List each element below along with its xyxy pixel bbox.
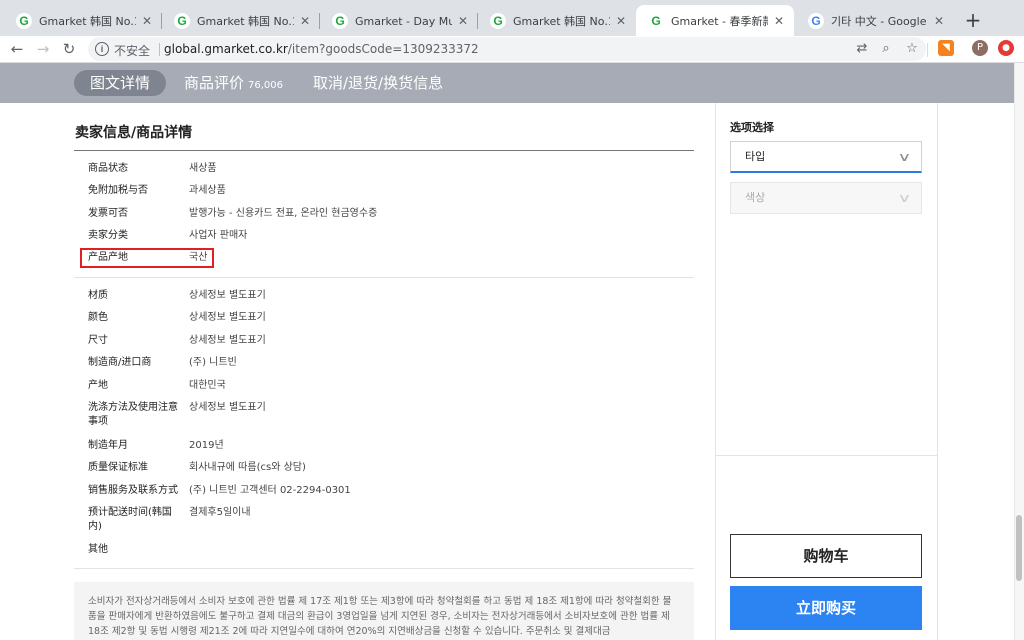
forward-arrow-icon[interactable]: →	[32, 38, 54, 60]
info-label: 卖家分类	[88, 230, 128, 241]
back-arrow-icon[interactable]: ←	[6, 38, 28, 60]
translate-icon[interactable]: ⇄	[854, 41, 870, 57]
group-divider	[74, 277, 694, 278]
browser-tab-5-active[interactable]: G Gmarket - 春季新款 个性 ✕	[636, 5, 794, 36]
omnibox-divider	[159, 43, 160, 56]
rss-icon[interactable]: ◥	[938, 40, 954, 56]
google-favicon-icon: G	[808, 12, 824, 29]
tab-title: Gmarket 韩国 No.1 购物	[39, 14, 136, 28]
info-icon[interactable]: i	[95, 42, 109, 56]
info-label: 其他	[88, 544, 108, 555]
browser-tab-3[interactable]: G Gmarket - Day Muse 连 ✕	[320, 5, 478, 36]
browser-tab-2[interactable]: G Gmarket 韩国 No.1 购物 ✕	[162, 5, 320, 36]
color-select[interactable]: 색상 ∨	[730, 182, 922, 214]
close-icon[interactable]: ✕	[140, 14, 154, 28]
close-icon[interactable]: ✕	[298, 14, 312, 28]
new-tab-button[interactable]: +	[962, 10, 984, 32]
info-value: (주) 니트빈	[189, 357, 237, 368]
info-value: 상세정보 별도표기	[189, 312, 266, 323]
tab-reviews[interactable]: 商品评价 76,006	[184, 70, 283, 96]
browser-toolbar: ← → ↻ i 不安全 global.gmarket.co.kr/item?go…	[0, 36, 1024, 63]
zoom-icon[interactable]: ⌕	[878, 41, 894, 57]
type-select[interactable]: 타입 ∨	[730, 141, 922, 173]
option-title: 选项选择	[730, 121, 774, 134]
color-select-label: 색상	[745, 191, 766, 204]
refund-notice: 소비자가 전자상거래등에서 소비자 보호에 관한 법률 제 17조 제1항 또는…	[74, 582, 694, 640]
add-to-cart-button[interactable]: 购物车	[730, 534, 922, 578]
info-value: 상세정보 별도표기	[189, 335, 266, 346]
tab-title: 기타 中文 - Google 搜尋	[831, 14, 928, 28]
info-value: 상세정보 별도표기	[189, 402, 266, 413]
info-label: 制造商/进口商	[88, 357, 152, 368]
info-label: 免附加税与否	[88, 185, 148, 196]
product-tab-strip: 图文详情 商品评价 76,006 取消/退货/换货信息	[0, 63, 1014, 103]
info-label: 洗涤方法及使用注意事项	[88, 402, 178, 427]
panel-divider	[715, 455, 938, 456]
info-label: 预计配送时间(韩国内)	[88, 507, 172, 532]
origin-highlight-box	[80, 248, 214, 268]
tab-title: Gmarket 韩国 No.1 购物	[197, 14, 294, 28]
url-host: global.gmarket.co.kr	[164, 42, 288, 56]
chevron-down-icon: ∨	[897, 150, 912, 164]
bookmark-star-icon[interactable]: ☆	[904, 41, 920, 57]
info-label: 商品状态	[88, 163, 128, 174]
gmarket-favicon-icon: G	[490, 12, 506, 29]
profile-avatar[interactable]: P	[972, 40, 988, 56]
close-icon[interactable]: ✕	[614, 14, 628, 28]
info-label: 销售服务及联系方式	[88, 485, 178, 496]
info-value: 사업자 판매자	[189, 230, 248, 241]
address-bar[interactable]: i 不安全 global.gmarket.co.kr/item?goodsCod…	[88, 37, 926, 61]
browser-tab-6[interactable]: G 기타 中文 - Google 搜尋 ✕	[796, 5, 954, 36]
section-title: 卖家信息/商品详情	[75, 125, 193, 141]
type-select-label: 타입	[745, 150, 766, 163]
info-value: 결제후5일이내	[189, 507, 251, 518]
tab-title: Gmarket 韩国 No.1 购物	[513, 14, 610, 28]
info-label: 尺寸	[88, 335, 108, 346]
gmarket-favicon-icon: G	[174, 12, 190, 29]
info-label: 颜色	[88, 312, 108, 323]
info-value: 회사내규에 따름(cs와 상담)	[189, 462, 306, 473]
adblock-icon[interactable]: ●	[998, 40, 1014, 56]
info-label: 材质	[88, 290, 108, 301]
scrollbar-thumb[interactable]	[1016, 515, 1022, 581]
reload-icon[interactable]: ↻	[58, 38, 80, 60]
gmarket-favicon-icon: G	[16, 12, 32, 29]
browser-tab-bar: G Gmarket 韩国 No.1 购物 ✕ G Gmarket 韩国 No.1…	[0, 0, 1024, 36]
info-label: 发票可否	[88, 208, 128, 219]
close-icon[interactable]: ✕	[932, 14, 946, 28]
info-value: 새상품	[189, 163, 217, 174]
info-value: 과세상품	[189, 185, 226, 196]
tab-returns[interactable]: 取消/退货/换货信息	[313, 70, 443, 96]
info-value: (주) 니트빈 고객센터 02-2294-0301	[189, 485, 351, 496]
toolbar-divider	[927, 43, 928, 57]
tab-title: Gmarket - Day Muse 连	[355, 14, 452, 28]
tab-title: Gmarket - 春季新款 个性	[671, 14, 768, 28]
info-value: 2019년	[189, 440, 224, 451]
security-label[interactable]: 不安全	[114, 42, 150, 59]
buy-now-button[interactable]: 立即购买	[730, 586, 922, 630]
info-value: 상세정보 별도표기	[189, 290, 266, 301]
gmarket-favicon-icon: G	[648, 12, 664, 29]
gmarket-favicon-icon: G	[332, 12, 348, 29]
info-label: 产地	[88, 380, 108, 391]
chevron-down-icon: ∨	[897, 191, 912, 205]
url-path: /item?goodsCode=1309233372	[287, 42, 479, 56]
url-text[interactable]: global.gmarket.co.kr/item?goodsCode=1309…	[164, 42, 479, 56]
browser-tab-4[interactable]: G Gmarket 韩国 No.1 购物 ✕	[478, 5, 636, 36]
title-rule	[74, 150, 694, 151]
info-value: 대한민국	[189, 380, 226, 391]
group-divider	[74, 568, 694, 569]
browser-tab-1[interactable]: G Gmarket 韩国 No.1 购物 ✕	[4, 5, 162, 36]
review-count: 76,006	[248, 80, 284, 91]
close-icon[interactable]: ✕	[456, 14, 470, 28]
tab-reviews-label: 商品评价	[184, 74, 245, 92]
info-label: 制造年月	[88, 440, 128, 451]
tab-detail[interactable]: 图文详情	[74, 70, 167, 96]
close-icon[interactable]: ✕	[772, 14, 786, 28]
info-value: 발행가능 - 신용카드 전표, 온라인 현금영수증	[189, 208, 378, 219]
info-label: 质量保证标准	[88, 462, 148, 473]
